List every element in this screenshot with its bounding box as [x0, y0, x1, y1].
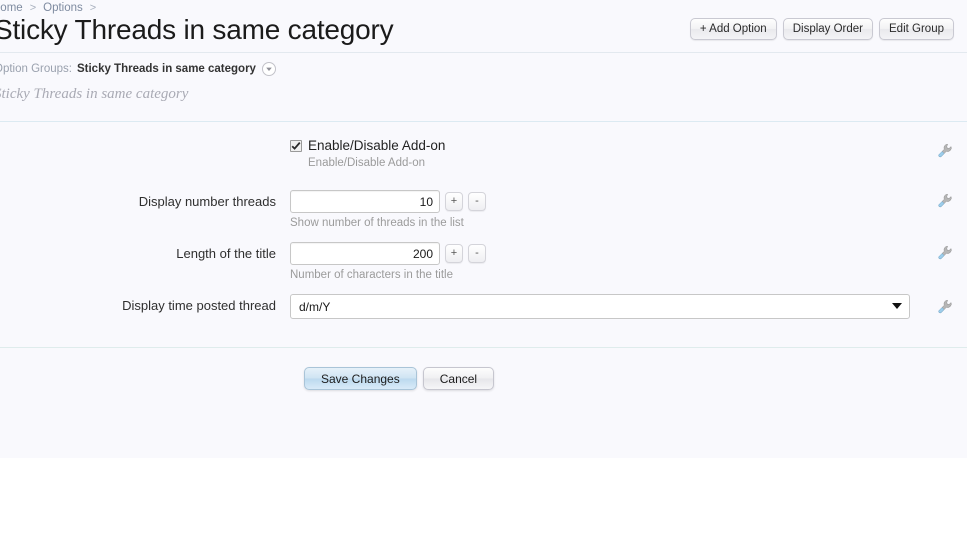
group-description: Sticky Threads in same category	[0, 86, 189, 102]
enable-addon-hint: Enable/Disable Add-on	[308, 157, 425, 169]
wrench-icon[interactable]	[936, 142, 954, 160]
form-row-label: Display time posted thread	[122, 298, 276, 313]
option-groups-label: Option Groups:	[0, 63, 72, 75]
form-row-display-number-threads: Display number threads + - Show number o…	[0, 190, 967, 229]
form-row-control: d/m/Y	[290, 294, 910, 319]
breadcrumb-separator: >	[89, 2, 97, 14]
breadcrumb-item-home[interactable]: Home	[0, 2, 23, 14]
display-number-threads-increment[interactable]: +	[445, 192, 463, 211]
header-divider	[0, 52, 967, 53]
page-title: Sticky Threads in same category	[0, 14, 394, 45]
wrench-icon[interactable]	[936, 192, 954, 210]
length-of-title-input[interactable]	[290, 242, 440, 265]
display-order-button[interactable]: Display Order	[782, 18, 874, 40]
number-stepper-line: + -	[290, 190, 486, 213]
display-number-threads-hint: Show number of threads in the list	[290, 217, 464, 229]
form-row-label	[0, 138, 290, 142]
option-groups-row: Option Groups: Sticky Threads in same ca…	[0, 62, 276, 76]
page-root: Home > Options > Sticky Threads in same …	[0, 0, 980, 542]
length-of-title-decrement[interactable]: -	[468, 244, 486, 263]
length-of-title-increment[interactable]: +	[445, 244, 463, 263]
form-row-control: + - Number of characters in the title	[290, 242, 486, 281]
display-number-threads-decrement[interactable]: -	[468, 192, 486, 211]
breadcrumb-separator: >	[29, 2, 37, 14]
edit-group-button[interactable]: Edit Group	[879, 18, 954, 40]
number-stepper-line: + -	[290, 242, 486, 265]
save-changes-button[interactable]: Save Changes	[304, 367, 417, 390]
form-actions: Save Changes Cancel	[304, 367, 495, 390]
form-row-display-time-posted: Display time posted thread d/m/Y	[0, 294, 967, 319]
form-row-length-of-title: Length of the title + - Number of charac…	[0, 242, 967, 281]
wrench-icon[interactable]	[936, 244, 954, 262]
form-row-enable-addon: Enable/Disable Add-on Enable/Disable Add…	[0, 138, 967, 169]
header-actions: + Add Option Display Order Edit Group	[689, 18, 954, 40]
enable-addon-label: Enable/Disable Add-on	[308, 138, 446, 153]
breadcrumb-item-options[interactable]: Options	[43, 2, 83, 14]
form-row-control: Enable/Disable Add-on Enable/Disable Add…	[290, 138, 445, 169]
add-option-button[interactable]: + Add Option	[689, 18, 777, 40]
display-number-threads-input[interactable]	[290, 190, 440, 213]
length-of-title-hint: Number of characters in the title	[290, 269, 453, 281]
form-row-control: + - Show number of threads in the list	[290, 190, 486, 229]
chevron-down-icon[interactable]	[261, 62, 276, 76]
app-canvas: Home > Options > Sticky Threads in same …	[0, 0, 967, 458]
form-row-label: Length of the title	[176, 246, 276, 261]
form-bottom-divider	[0, 347, 967, 348]
form-top-divider	[0, 121, 967, 122]
option-groups-value: Sticky Threads in same category	[76, 63, 256, 75]
wrench-icon[interactable]	[936, 298, 954, 316]
cancel-button[interactable]: Cancel	[422, 367, 495, 390]
enable-addon-checkbox[interactable]	[290, 139, 302, 152]
form-row-label: Display number threads	[138, 194, 276, 209]
checkbox-line: Enable/Disable Add-on	[290, 138, 445, 153]
display-time-posted-select[interactable]: d/m/Y	[290, 294, 910, 319]
